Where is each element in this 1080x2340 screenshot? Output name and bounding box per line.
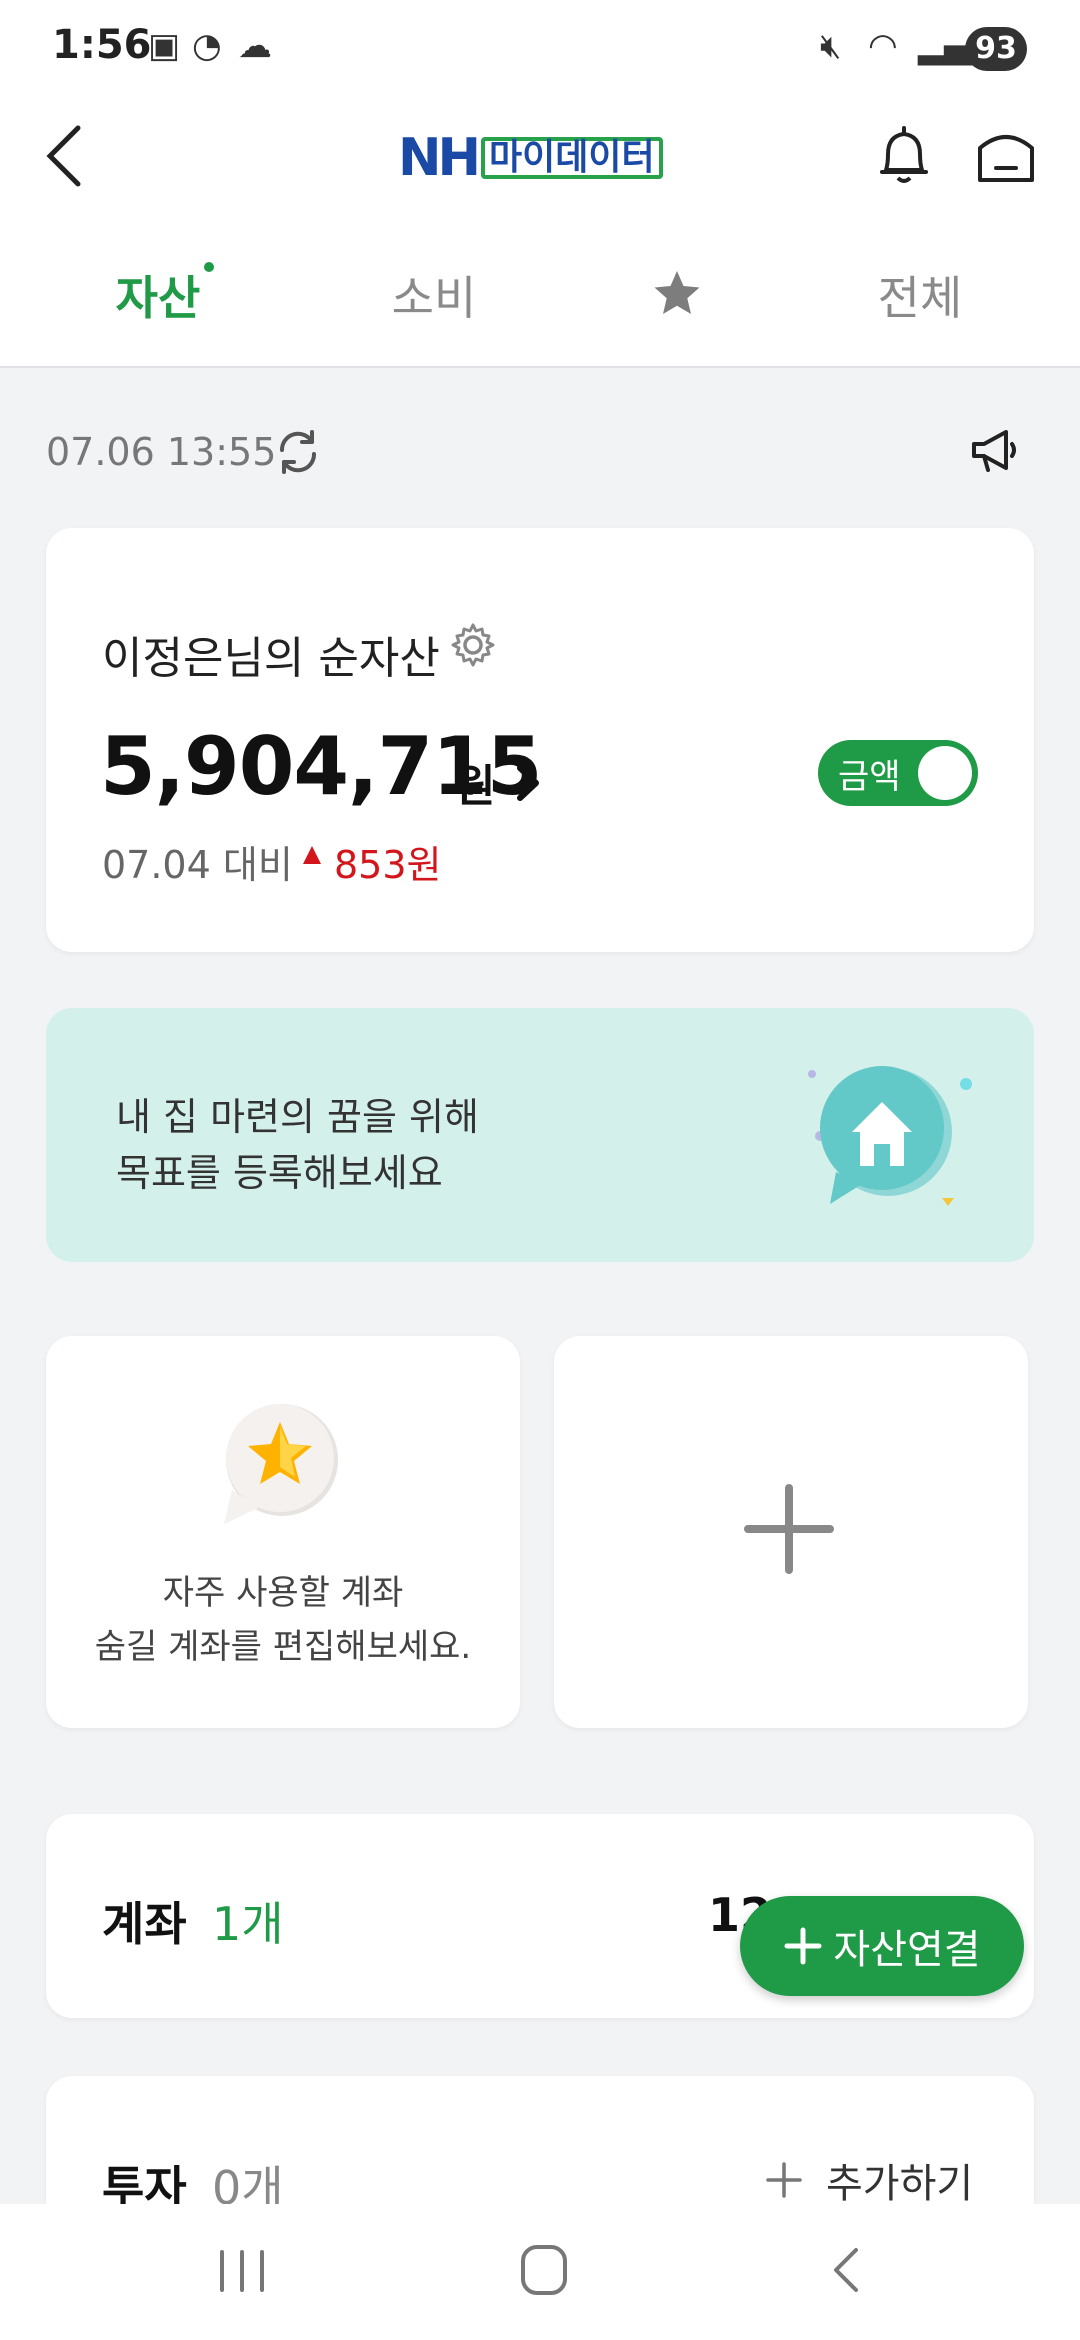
mute-icon: 🔇︎ [820,26,842,66]
accounts-title: 계좌 [102,1897,187,1951]
star-icon [654,271,700,314]
battery-badge: 93 [965,27,1027,71]
wifi-icon: ◠ [868,26,898,66]
recent-apps-icon[interactable] [216,2246,268,2296]
home-icon [978,135,1034,182]
chevron-right-icon [517,765,539,801]
tab-divider [0,366,1080,368]
refresh-button[interactable] [274,428,324,478]
logo-nh: NH [398,128,481,188]
tab-favorites[interactable] [567,268,787,331]
plus-icon [766,2162,802,2198]
increase-triangle-icon [303,846,321,864]
tab-assets[interactable]: 자산 [48,262,268,328]
banner-line-1: 내 집 마련의 꿈을 위해 [116,1095,479,1139]
add-investment-label: 추가하기 [826,2161,974,2207]
house-bubble-icon [808,1066,972,1206]
compare-label: 07.04 대비 [102,843,293,887]
plus-icon [784,1927,822,1965]
connect-assets-button[interactable]: 자산연결 [740,1896,1024,1996]
plus-icon [744,1484,834,1574]
status-bar: 1:56 ▣ ◔ ☁ 🔇︎ ◠ ▂▄▆ 93 [0,0,1080,100]
net-worth-title: 이정은님의 순자산 [102,633,440,684]
favorite-card-line-1: 자주 사용할 계좌 [162,1573,404,1613]
compare-value: 853원 [334,843,442,887]
gear-icon [451,623,495,667]
update-datetime: 07.06 13:55 [46,430,277,474]
net-worth-unit: 원 [455,761,496,812]
app-logo: NH 마이데이터 [398,128,688,188]
screenshot-icon: ▣ [148,26,181,66]
favorite-card-line-2: 숨길 계좌를 편집해보세요. [94,1627,472,1667]
tab-spending[interactable]: 소비 [324,262,544,328]
amount-toggle-label: 금액 [838,756,901,797]
new-indicator-dot [204,262,214,272]
star-bubble-icon [224,1404,338,1524]
bell-icon [880,126,928,183]
connect-assets-label: 자산연결 [833,1927,981,1973]
toggle-knob [918,746,972,800]
home-nav-icon[interactable] [518,2242,570,2298]
notification-icon: ◔ [192,26,222,66]
refresh-icon [279,430,317,474]
announcement-button[interactable] [966,422,1026,482]
banner-line-2: 목표를 등록해보세요 [116,1151,443,1195]
back-button[interactable] [24,116,104,196]
add-investment-button[interactable]: 추가하기 [764,2150,973,2210]
chevron-left-icon [46,125,81,187]
tab-all[interactable]: 전체 [810,262,1030,328]
accounts-count: 1개 [212,1897,284,1951]
notification-button[interactable] [864,116,944,196]
logo-mydata: 마이데이터 [481,137,663,179]
megaphone-icon [972,430,1016,472]
status-time: 1:56 [52,22,152,68]
back-nav-icon[interactable] [826,2244,866,2296]
net-worth-settings-button[interactable] [448,620,502,674]
home-button[interactable] [966,116,1046,196]
cloud-icon: ☁ [238,26,272,66]
net-worth-detail-button[interactable] [514,760,554,810]
favorite-card-text: 자주 사용할 계좌 숨길 계좌를 편집해보세요. [46,1566,520,1674]
